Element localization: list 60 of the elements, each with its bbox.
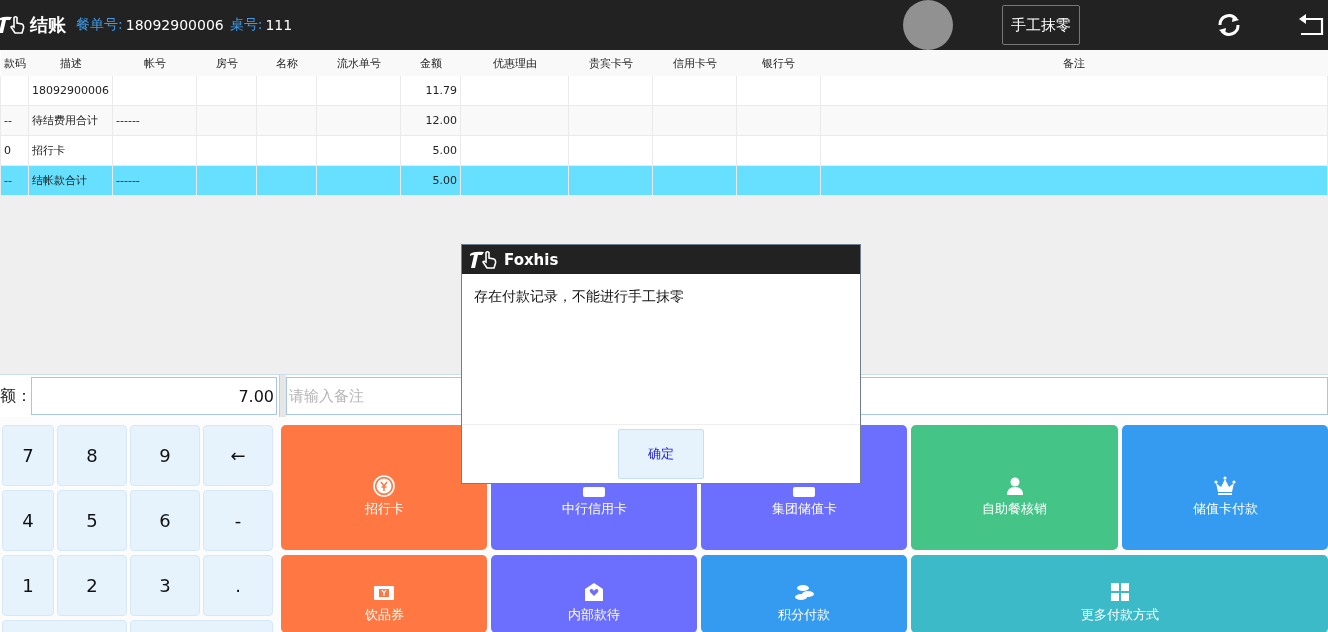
column-header: 款码 — [0, 50, 29, 76]
amount-field[interactable]: 7.00 — [31, 377, 277, 415]
keypad-key[interactable]: 8 — [57, 425, 127, 486]
page-title: 结账 — [30, 13, 66, 37]
column-header: 描述 — [28, 50, 113, 76]
table-cell: 11.79 — [400, 76, 461, 106]
logo-icon — [0, 15, 26, 35]
order-label: 餐单号: — [76, 16, 123, 34]
payment-method-button[interactable]: 内部款待 — [491, 555, 697, 632]
table-cell: 结帐款合计 — [28, 165, 113, 196]
table-cell: 招行卡 — [28, 135, 113, 166]
keypad-key[interactable]: - — [203, 490, 273, 551]
column-header: 金额 — [400, 50, 461, 76]
keypad-key[interactable]: 9 — [130, 425, 200, 486]
column-header: 贵宾卡号 — [568, 50, 653, 76]
card-icon — [583, 487, 605, 497]
column-header: 房号 — [196, 50, 257, 76]
keypad-key[interactable]: 2 — [57, 555, 127, 616]
table-cell: 待结费用合计 — [28, 105, 113, 136]
table-cell: ------ — [112, 165, 197, 196]
table-cell: 18092900006 — [28, 76, 113, 106]
dialog-message: 存在付款记录，不能进行手工抹零 — [474, 288, 684, 304]
column-header: 银行号 — [736, 50, 821, 76]
keypad-key[interactable]: 4 — [2, 490, 54, 551]
card-icon — [793, 487, 815, 497]
order-number: 18092900006 — [125, 17, 224, 33]
keypad-key[interactable]: 1 — [2, 555, 54, 616]
keypad-key[interactable]: ← — [203, 425, 273, 486]
table-cell: 0 — [0, 135, 29, 166]
table-cell: -- — [0, 105, 29, 136]
table-cell: 5.00 — [400, 165, 461, 196]
table-cell: 5.00 — [400, 135, 461, 166]
coin-icon — [373, 475, 395, 497]
keypad-key[interactable]: 5 — [57, 490, 127, 551]
dialog-title: Foxhis — [504, 250, 559, 269]
confirm-button[interactable]: 确定 — [618, 429, 704, 479]
column-header: 名称 — [256, 50, 317, 76]
table-cell: ------ — [112, 105, 197, 136]
column-header: 流水单号 — [316, 50, 401, 76]
logo-icon — [468, 249, 498, 270]
keypad-key[interactable]: . — [203, 555, 273, 616]
table-label: 桌号: — [229, 16, 263, 34]
keypad-key[interactable]: 6 — [130, 490, 200, 551]
column-header: 帐号 — [112, 50, 197, 76]
column-header: 优惠理由 — [460, 50, 569, 76]
column-header: 信用卡号 — [652, 50, 737, 76]
back-icon[interactable] — [1298, 14, 1324, 36]
avatar-circle — [903, 0, 953, 50]
keypad-key[interactable]: 7 — [2, 425, 54, 486]
column-header: 备注 — [820, 50, 1328, 76]
crown-icon — [1214, 475, 1236, 497]
manual-rounding-button[interactable]: 手工抹零 — [1002, 5, 1080, 45]
table-cell: -- — [0, 165, 29, 196]
table-number: 111 — [265, 17, 293, 33]
amount-label: 额： — [0, 385, 31, 407]
keypad-key[interactable]: 3 — [130, 555, 200, 616]
table-cell: 12.00 — [400, 105, 461, 136]
refresh-icon[interactable] — [1216, 13, 1242, 37]
grid-icon — [1108, 581, 1131, 603]
heart-icon — [583, 581, 605, 603]
